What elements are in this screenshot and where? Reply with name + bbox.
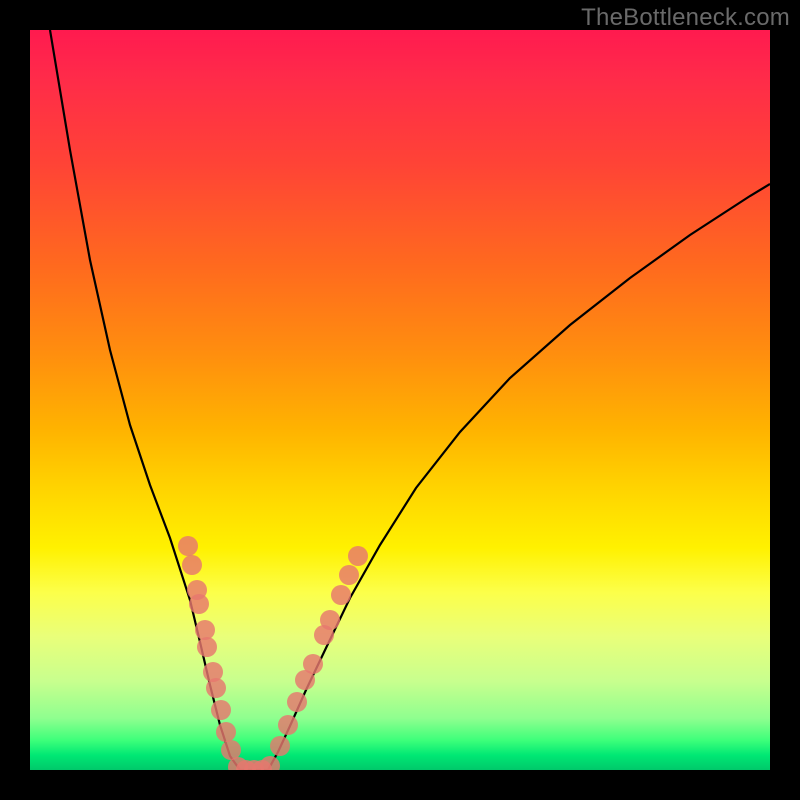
curve-svg [30, 30, 770, 770]
right-cluster-dot [278, 715, 298, 735]
left-cluster-dot [189, 594, 209, 614]
left-cluster-dot [197, 637, 217, 657]
right-cluster-dot [303, 654, 323, 674]
bottleneck-curve [50, 30, 770, 770]
left-cluster-dot [216, 722, 236, 742]
right-cluster-dot [348, 546, 368, 566]
right-cluster-dot [320, 610, 340, 630]
data-dots [178, 536, 368, 770]
left-cluster-dot [211, 700, 231, 720]
chart-frame: TheBottleneck.com [0, 0, 800, 800]
right-cluster-dot [287, 692, 307, 712]
right-cluster-dot [331, 585, 351, 605]
left-cluster-dot [206, 678, 226, 698]
left-cluster-dot [182, 555, 202, 575]
left-cluster-dot [195, 620, 215, 640]
valley-dot [260, 756, 280, 770]
watermark-text: TheBottleneck.com [581, 4, 790, 32]
right-cluster-dot [339, 565, 359, 585]
right-cluster-dot [270, 736, 290, 756]
plot-area [30, 30, 770, 770]
left-cluster-dot [178, 536, 198, 556]
